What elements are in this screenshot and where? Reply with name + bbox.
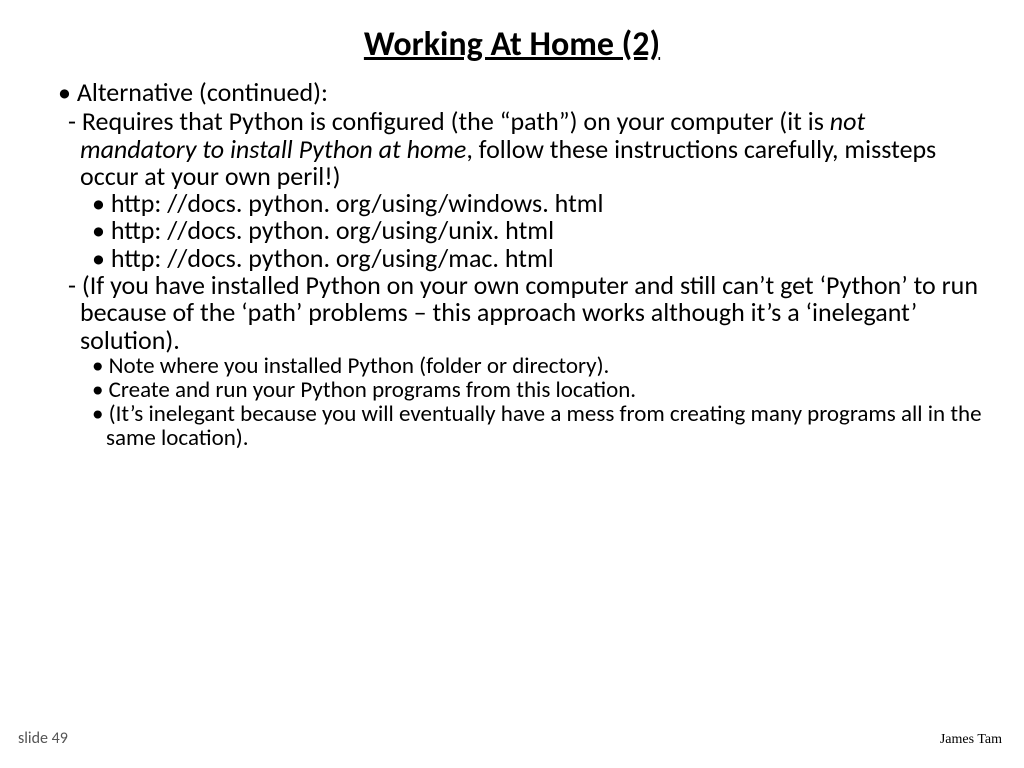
bullet-requires: Requires that Python is configured (the … bbox=[58, 108, 984, 190]
bullet-alternative: Alternative (continued): bbox=[58, 79, 984, 106]
note-where: Note where you installed Python (folder … bbox=[58, 354, 984, 378]
slide: Working At Home (2) Alternative (continu… bbox=[0, 0, 1024, 768]
note-create: Create and run your Python programs from… bbox=[58, 378, 984, 402]
note-mess: (It’s inelegant because you will eventua… bbox=[58, 402, 984, 450]
note-mess-text: (It’s inelegant because you will eventua… bbox=[106, 400, 982, 452]
link-unix: http: //docs. python. org/using/unix. ht… bbox=[58, 217, 984, 244]
author-name: James Tam bbox=[940, 732, 1002, 748]
bullet-alternative-text: Alternative (continued): bbox=[77, 76, 328, 108]
slide-number: slide 49 bbox=[18, 729, 68, 748]
bullet-inelegant: (If you have installed Python on your ow… bbox=[58, 272, 984, 354]
slide-title: Working At Home (2) bbox=[0, 0, 1024, 65]
slide-body: Alternative (continued): Requires that P… bbox=[0, 65, 1024, 451]
link-windows: http: //docs. python. org/using/windows.… bbox=[58, 190, 984, 217]
link-mac: http: //docs. python. org/using/mac. htm… bbox=[58, 245, 984, 272]
bullet-inelegant-text: (If you have installed Python on your ow… bbox=[80, 269, 978, 356]
